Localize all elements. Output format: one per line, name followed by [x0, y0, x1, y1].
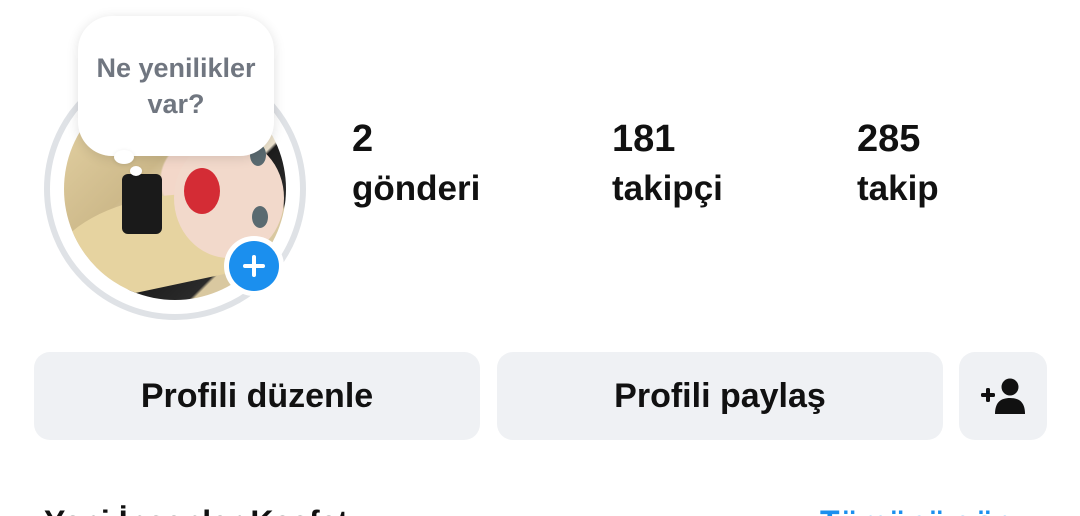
stat-posts[interactable]: 2 gönderi — [352, 116, 480, 216]
note-bubble-text: Ne yenilikler var? — [96, 53, 256, 119]
note-bubble-tail-small — [130, 166, 142, 176]
edit-profile-button[interactable]: Profili düzenle — [34, 352, 480, 440]
stat-followers[interactable]: 181 takipçi — [612, 116, 723, 216]
followers-count: 181 — [612, 118, 676, 160]
followers-label: takipçi — [612, 169, 723, 208]
following-label: takip — [857, 169, 939, 208]
plus-icon — [243, 255, 265, 277]
share-profile-button[interactable]: Profili paylaş — [497, 352, 943, 440]
posts-label: gönderi — [352, 169, 481, 208]
add-story-button[interactable] — [224, 236, 284, 296]
discover-people-button[interactable] — [959, 352, 1047, 440]
note-bubble[interactable]: Ne yenilikler var? — [78, 16, 274, 156]
discover-title: Yeni İnsanlar Keşfet — [44, 504, 348, 516]
following-count: 285 — [857, 118, 921, 160]
discover-section-header: Yeni İnsanlar Keşfet Tümünü gör — [0, 500, 1080, 516]
stat-following[interactable]: 285 takip — [857, 116, 939, 216]
note-bubble-tail — [114, 150, 134, 164]
posts-count: 2 — [352, 118, 374, 160]
add-person-icon — [981, 378, 1025, 414]
see-all-link[interactable]: Tümünü gör — [820, 504, 1007, 516]
